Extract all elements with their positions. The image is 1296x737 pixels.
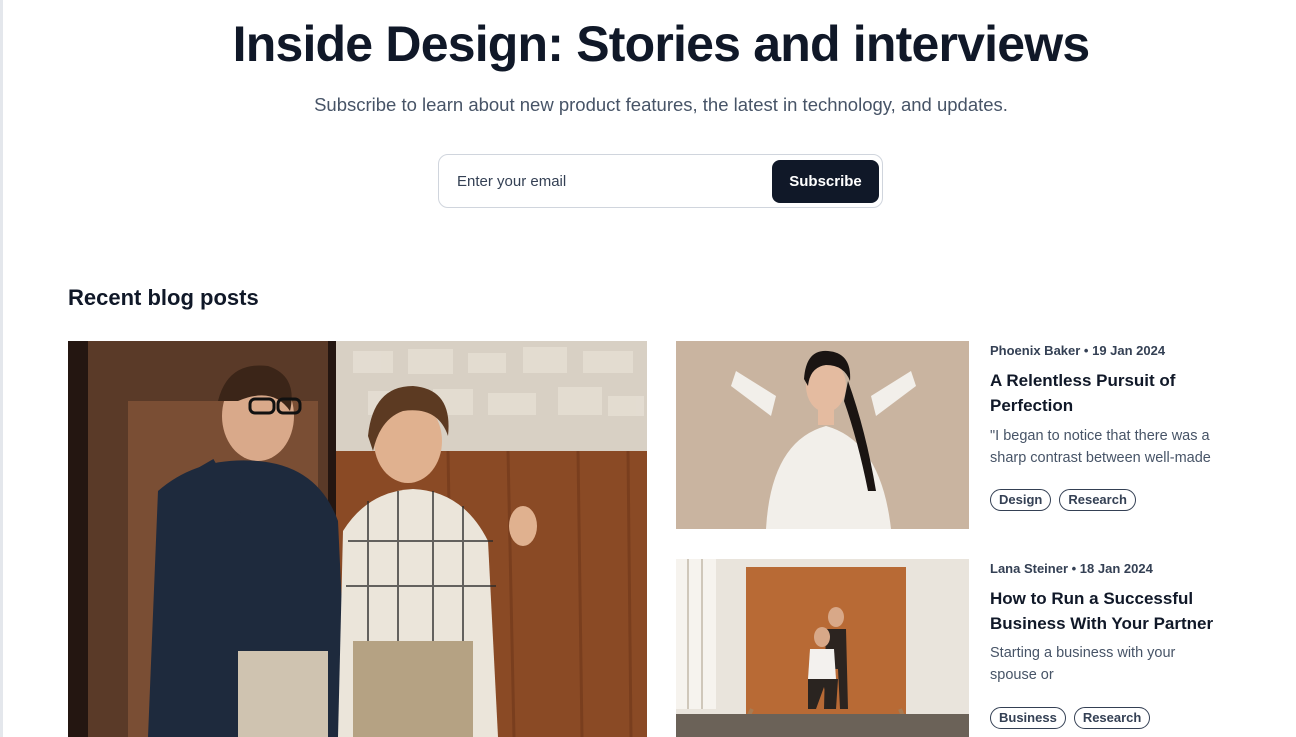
tag-research[interactable]: Research bbox=[1073, 707, 1151, 729]
post-title-1[interactable]: A Relentless Pursuit of Perfection in Pr… bbox=[990, 368, 1219, 418]
featured-post-image[interactable] bbox=[68, 341, 647, 737]
section-title: Recent blog posts bbox=[68, 285, 259, 310]
post-meta-2: Lana Steiner • 18 Jan 2024 bbox=[990, 561, 1153, 576]
two-women-photo bbox=[68, 341, 647, 737]
tag-research[interactable]: Research bbox=[1059, 489, 1136, 511]
tag-design[interactable]: Design bbox=[990, 489, 1052, 511]
tag-business[interactable]: Business bbox=[990, 707, 1066, 729]
email-input[interactable] bbox=[440, 156, 768, 206]
post-tags-1: Design Research bbox=[990, 489, 1136, 511]
woman-portrait-photo bbox=[676, 341, 969, 529]
post-tags-2: Business Research bbox=[990, 707, 1151, 729]
couple-studio-photo bbox=[676, 559, 969, 737]
post-excerpt-2: Starting a business with your spouse or … bbox=[990, 645, 1176, 683]
page-title: Inside Design: Stories and interviews bbox=[232, 16, 1091, 72]
subscribe-button[interactable]: Subscribe bbox=[772, 160, 879, 203]
page-subtitle: Subscribe to learn about new product fea… bbox=[314, 94, 1008, 115]
post-image-1[interactable] bbox=[676, 341, 969, 529]
post-title-2[interactable]: How to Run a Successful Business With Yo… bbox=[990, 586, 1219, 636]
post-meta-1: Phoenix Baker • 19 Jan 2024 bbox=[990, 343, 1166, 358]
post-excerpt-1: "I began to notice that there was a shar… bbox=[990, 428, 1211, 466]
post-image-2[interactable] bbox=[676, 559, 969, 737]
subscribe-form: Subscribe bbox=[438, 154, 883, 208]
